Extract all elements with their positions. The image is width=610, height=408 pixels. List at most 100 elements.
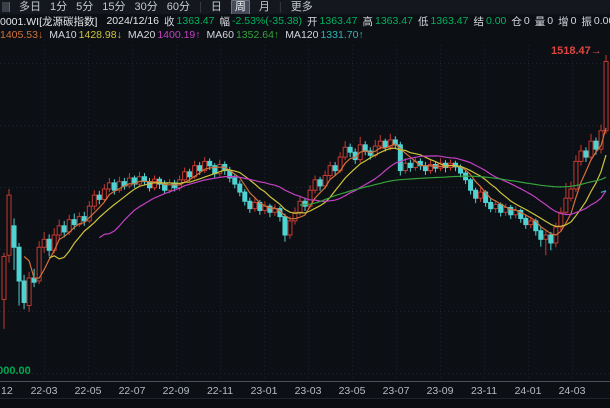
period-tab-多日[interactable]: 多日 — [19, 1, 41, 14]
candle-up — [328, 166, 332, 176]
candle-up — [27, 278, 31, 306]
x-axis-label: 23-11 — [471, 385, 497, 397]
period-tab-15分[interactable]: 15分 — [102, 1, 125, 14]
candle-down — [584, 151, 588, 157]
toolbar-separator: | — [279, 1, 282, 13]
candle-up — [403, 163, 407, 170]
candle-up — [7, 195, 11, 255]
candle-down — [489, 202, 493, 208]
ma-legend-item-MA10: MA101428.98↓ — [49, 29, 122, 41]
ma-value: 1331.70↑ — [320, 29, 363, 41]
chart-canvas[interactable] — [0, 0, 610, 381]
ma-value: 1405.53↓ — [0, 29, 43, 41]
candle-up — [42, 239, 46, 247]
quote-field-label: 增 — [558, 14, 569, 28]
quote-field-幅: 幅-2.53%(-35.38) — [219, 14, 302, 28]
candle-down — [333, 166, 337, 171]
candle-up — [529, 221, 533, 225]
x-axis-label: 22-07 — [119, 385, 146, 397]
quote-field-收: 收1363.47 — [164, 14, 214, 28]
quote-field-高: 高1363.47 — [363, 14, 413, 28]
quote-field-增: 增0 — [558, 14, 576, 28]
x-axis-label: 22-03 — [31, 385, 58, 397]
quote-field-label: 仓 — [511, 14, 522, 28]
candle-up — [579, 151, 583, 161]
ma-legend-item: 1405.53↓ — [0, 29, 43, 41]
candle-down — [208, 161, 212, 165]
x-axis-label: 24-01 — [515, 385, 542, 397]
quote-field-value: 0.00 — [486, 15, 506, 27]
candle-down — [233, 178, 237, 184]
toolbar-icon-fragment — [2, 2, 10, 12]
candle-up — [313, 180, 317, 190]
candle-up — [559, 212, 563, 227]
candle-up — [569, 189, 573, 198]
quote-field-value: -2.53%(-35.38) — [232, 15, 302, 27]
x-axis-label: 22-11 — [207, 385, 233, 397]
candle-up — [544, 235, 548, 239]
ma-value: 1352.64↑ — [236, 29, 279, 41]
period-tab-更多[interactable]: 更多 — [291, 1, 313, 14]
symbol-name: 0001.WI[龙源碳指数] — [0, 14, 97, 28]
period-tab-1分[interactable]: 1分 — [50, 1, 67, 14]
candle-down — [318, 180, 322, 186]
candle-down — [539, 231, 543, 240]
candle-up — [107, 183, 111, 189]
candle-down — [524, 218, 528, 224]
candle-up — [494, 204, 498, 208]
period-tab-月[interactable]: 月 — [259, 1, 270, 14]
quote-field-label: 振 — [581, 14, 592, 28]
candle-up — [253, 202, 257, 208]
toolbar-separator: | — [199, 1, 202, 13]
candle-down — [12, 226, 16, 247]
x-axis: 1222-0322-0522-0722-0922-1123-0123-0323-… — [0, 381, 610, 398]
x-axis-label: 23-03 — [295, 385, 322, 397]
candle-up — [137, 177, 141, 184]
candle-up — [2, 256, 6, 299]
quote-field-低: 低1363.47 — [418, 14, 468, 28]
ma-legend-item-MA60: MA601352.64↑ — [207, 29, 280, 41]
ma-label: MA20 — [128, 29, 155, 41]
period-tab-周[interactable]: 周 — [231, 0, 250, 14]
quote-field-label: 结 — [473, 14, 484, 28]
quote-field-量: 量0 — [535, 14, 553, 28]
x-axis-label: 23-07 — [383, 385, 410, 397]
ma-legend-row: 1405.53↓ MA101428.98↓ MA201400.19↑ MA601352… — [0, 28, 610, 42]
ma-label: MA120 — [285, 29, 318, 41]
quote-date: 2024/12/16 — [106, 15, 159, 27]
quote-field-value: 0 — [547, 15, 553, 27]
ma-label: MA10 — [49, 29, 76, 41]
candle-up — [57, 226, 61, 235]
low-marker: 1000.00 — [0, 365, 31, 377]
quote-field-label: 高 — [363, 14, 374, 28]
ma60-line — [300, 176, 606, 205]
period-tab-30分[interactable]: 30分 — [135, 1, 158, 14]
candle-up — [102, 189, 106, 199]
quote-row: 0001.WI[龙源碳指数] 2024/12/16 收1363.47 幅-2.53… — [0, 14, 610, 28]
candle-down — [112, 183, 116, 190]
candle-down — [47, 239, 51, 250]
candle-down — [188, 172, 192, 177]
candle-down — [348, 147, 352, 152]
ma-value: 1400.19↑ — [157, 29, 200, 41]
candle-up — [168, 183, 172, 190]
candle-down — [17, 247, 21, 281]
period-tab-5分[interactable]: 5分 — [76, 1, 93, 14]
ma10-line — [49, 148, 606, 259]
ma-legend-item-MA20: MA201400.19↑ — [128, 29, 201, 41]
candle-down — [423, 166, 427, 171]
candle-down — [97, 195, 101, 199]
period-toolbar: 多日 1分 5分 15分 30分 60分 | 日周月 | 更多 — [0, 0, 610, 14]
candle-down — [408, 163, 412, 167]
candle-down — [248, 201, 252, 208]
candle-down — [62, 226, 66, 232]
period-tab-日[interactable]: 日 — [211, 1, 222, 14]
quote-field-label: 收 — [164, 14, 175, 28]
period-tab-60分[interactable]: 60分 — [167, 1, 190, 14]
quote-field-label: 幅 — [219, 14, 230, 28]
candle-down — [243, 192, 247, 201]
candle-down — [474, 190, 478, 198]
candle-down — [594, 141, 598, 149]
quote-field-value: 0 — [524, 15, 530, 27]
candle-up — [288, 221, 292, 235]
